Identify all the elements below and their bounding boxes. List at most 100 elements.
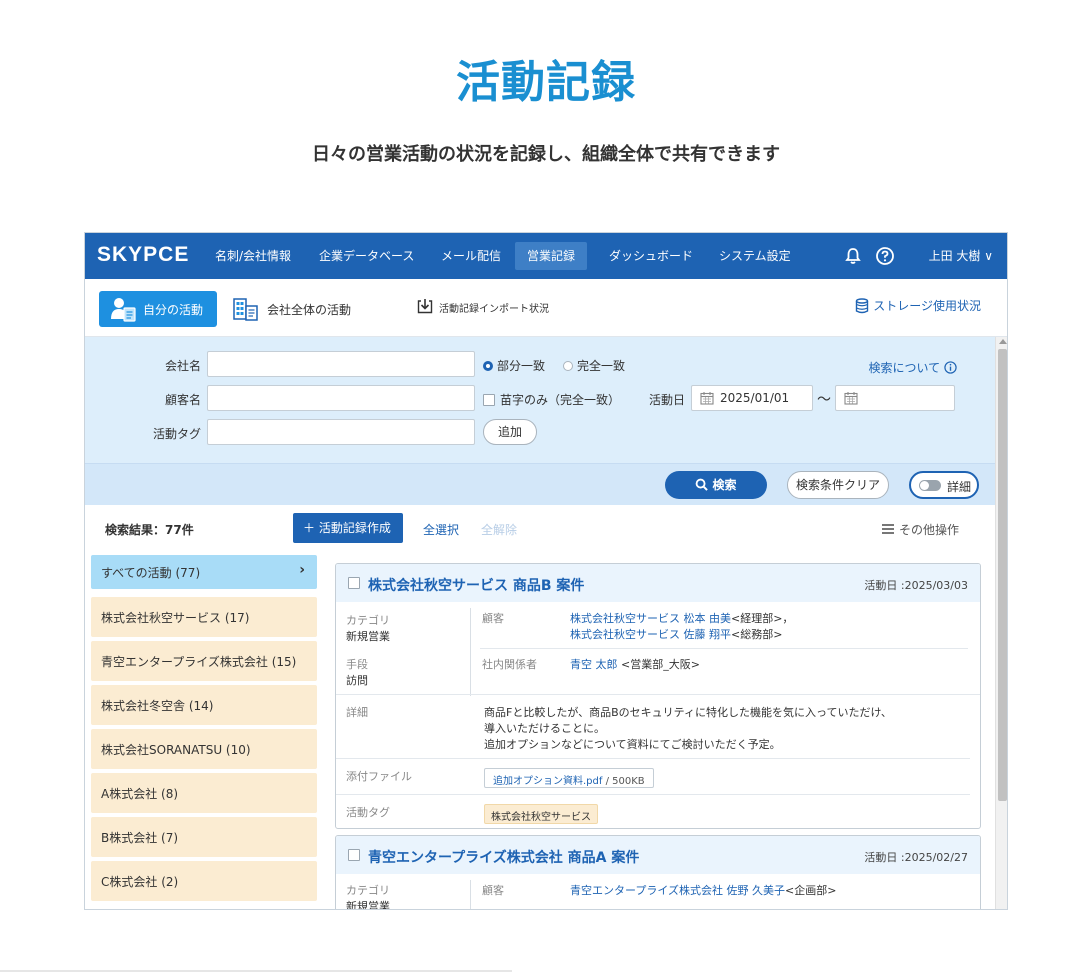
scrollbar-thumb[interactable] — [998, 349, 1007, 801]
customer-name-input[interactable] — [207, 385, 475, 411]
list-item[interactable]: 株式会社冬空舎 (14) — [91, 685, 317, 725]
list-item[interactable]: A株式会社 (8) — [91, 773, 317, 813]
category-value: 新規営業 — [346, 900, 390, 910]
app-logo[interactable]: SKYPCE — [97, 243, 189, 267]
method-label: 手段 — [346, 658, 368, 671]
search-button[interactable]: 検索 — [665, 471, 767, 499]
person-doc-icon — [111, 298, 136, 322]
attachment-size: / 500KB — [605, 776, 645, 787]
activity-tag-label: 活動タグ — [152, 427, 201, 441]
user-menu[interactable]: 上田 大樹 ∨ — [929, 233, 993, 279]
customer-label: 顧客 — [482, 884, 504, 897]
page-title: 活動記録 — [456, 57, 636, 108]
list-item[interactable]: B株式会社 (7) — [91, 817, 317, 857]
company-doc-icon — [233, 298, 258, 321]
top-nav: SKYPCE 名刺/会社情報 企業データベース メール配信 営業記録 ダッシュボ… — [85, 233, 1007, 279]
info-icon — [944, 361, 957, 374]
list-item[interactable]: 青空エンタープライズ株式会社 (15) — [91, 641, 317, 681]
staff-role: <営業部_大阪> — [621, 658, 700, 671]
radio-exact-label: 完全一致 — [577, 359, 626, 373]
nav-item-dashboard[interactable]: ダッシュボード — [597, 233, 705, 279]
customer-1: 株式会社秋空サービス 松本 由美<経理部>， — [570, 610, 793, 626]
staff: 青空 太郎 <営業部_大阪> — [570, 656, 700, 672]
radio-dot-partial — [483, 361, 493, 371]
toggle-switch — [919, 480, 941, 491]
add-tag-button[interactable]: 追加 — [483, 419, 537, 445]
customer-2-link[interactable]: 株式会社秋空サービス 佐藤 翔平 — [570, 628, 731, 641]
customer-1-link[interactable]: 株式会社秋空サービス 松本 由美 — [570, 612, 731, 625]
list-item[interactable]: C株式会社 (2) — [91, 861, 317, 901]
card-date: 活動日 :2025/02/27 — [864, 851, 968, 864]
my-activities-button[interactable]: 自分の活動 — [99, 291, 217, 327]
row-divider — [336, 794, 970, 795]
radio-partial-label: 部分一致 — [497, 359, 546, 373]
scroll-up-arrow-icon[interactable] — [999, 339, 1007, 344]
card-header: 株式会社秋空サービス 商品B 案件 活動日 :2025/03/03 — [336, 564, 980, 602]
nav-item-card-company[interactable]: 名刺/会社情報 — [203, 233, 303, 279]
database-icon — [856, 298, 869, 314]
create-activity-button[interactable]: ＋ 活動記録作成 — [293, 513, 403, 543]
nav-item-system-settings[interactable]: システム設定 — [707, 233, 803, 279]
search-help-link[interactable]: 検索について — [869, 359, 957, 376]
card-date: 活動日 :2025/03/03 — [864, 579, 968, 592]
customer-1-link[interactable]: 青空エンタープライズ株式会社 佐野 久美子 — [570, 884, 785, 897]
customer-1: 青空エンタープライズ株式会社 佐野 久美子<企画部> — [570, 882, 836, 898]
clear-conditions-button[interactable]: 検索条件クリア — [787, 471, 889, 499]
list-item[interactable]: 株式会社秋空サービス (17) — [91, 597, 317, 637]
page-subtitle: 日々の営業活動の状況を記録し、組織全体で共有できます — [312, 144, 780, 165]
customer-label: 顧客 — [482, 612, 504, 625]
deselect-all-link: 全解除 — [481, 523, 518, 537]
nav-item-mail[interactable]: メール配信 — [429, 233, 513, 279]
card-title-link[interactable]: 青空エンタープライズ株式会社 商品A 案件 — [368, 847, 639, 867]
detail-toggle[interactable]: 詳細 — [909, 471, 979, 499]
detail-line-2: 導入いただけることに。 — [484, 722, 605, 735]
surname-only-checkbox[interactable]: 苗字のみ（完全一致） — [483, 391, 620, 408]
card-header: 青空エンタープライズ株式会社 商品A 案件 活動日 :2025/02/27 — [336, 836, 980, 874]
all-activities-label: 会社全体の活動 — [267, 303, 352, 317]
nav-item-sales-records[interactable]: 営業記録 — [515, 242, 588, 270]
help-icon[interactable] — [875, 246, 895, 266]
card-checkbox[interactable] — [348, 849, 360, 861]
company-name-label: 会社名 — [164, 359, 201, 373]
card-title-link[interactable]: 株式会社秋空サービス 商品B 案件 — [368, 575, 584, 595]
activity-tag-chip[interactable]: 株式会社秋空サービス — [484, 804, 598, 824]
date-from-input[interactable]: 2025/01/01 — [691, 385, 813, 411]
surname-only-box — [483, 394, 495, 406]
customer-1-role: <企画部> — [785, 884, 837, 897]
list-item[interactable]: 株式会社SORANATSU (10) — [91, 729, 317, 769]
category-label: カテゴリ — [346, 884, 390, 897]
search-form: 会社名 部分一致 完全一致 検索について 顧客名 苗字のみ（完全一致） 活動日 … — [85, 337, 995, 463]
tag-label: 活動タグ — [346, 806, 390, 819]
other-operations-menu[interactable]: その他操作 — [881, 521, 959, 538]
attachment-link[interactable]: 追加オプション資料.pdf — [493, 776, 602, 787]
sub-toolbar: 自分の活動 会社全体の活動 活動記録インポート状況 ストレージ使用状況 — [85, 279, 1007, 337]
calendar-icon — [844, 392, 858, 405]
radio-exact-match[interactable]: 完全一致 — [563, 357, 625, 374]
list-item-all[interactable]: すべての活動 (77) › — [91, 555, 317, 589]
customer-1-role: <経理部>， — [731, 612, 794, 625]
category-value: 新規営業 — [346, 630, 390, 643]
bell-icon[interactable] — [843, 246, 863, 266]
row-divider — [480, 648, 968, 649]
my-activities-label: 自分の活動 — [143, 303, 204, 317]
select-all-link[interactable]: 全選択 — [423, 521, 459, 538]
results-bar: 検索結果：77件 ＋ 活動記録作成 全選択 全解除 その他操作 — [85, 505, 995, 551]
radio-partial-match[interactable]: 部分一致 — [483, 357, 545, 374]
column-divider — [470, 608, 471, 696]
activity-date-label: 活動日 — [648, 393, 685, 407]
card-checkbox[interactable] — [348, 577, 360, 589]
result-count: 検索結果：77件 — [105, 523, 194, 537]
staff-link[interactable]: 青空 太郎 — [570, 658, 618, 671]
scrollbar[interactable] — [995, 337, 1007, 909]
row-divider — [336, 694, 980, 695]
list-item-label: すべての活動 (77) — [101, 566, 201, 580]
attachment-label: 添付ファイル — [346, 770, 412, 783]
storage-usage-link[interactable]: ストレージ使用状況 — [856, 297, 981, 314]
company-name-input[interactable] — [207, 351, 475, 377]
radio-dot-exact — [563, 361, 573, 371]
search-button-label: 検索 — [712, 478, 737, 492]
nav-item-company-database[interactable]: 企業データベース — [307, 233, 426, 279]
activity-tag-input[interactable] — [207, 419, 475, 445]
hamburger-icon — [881, 524, 894, 534]
date-to-input[interactable] — [835, 385, 955, 411]
